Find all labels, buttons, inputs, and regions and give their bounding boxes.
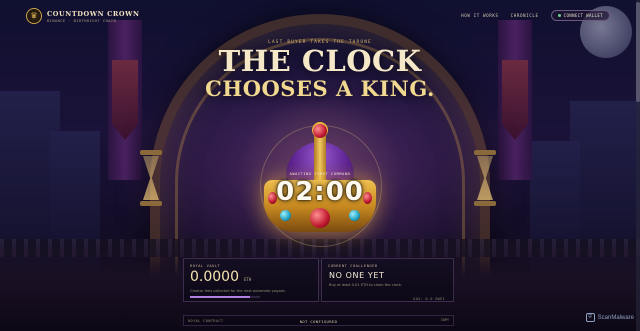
vault-progress-bar <box>190 296 260 298</box>
nav-how-it-works[interactable]: HOW IT WORKS <box>461 13 498 18</box>
header: ♛ COUNTDOWN CROWN BINANCE · BIRTHRIGHT C… <box>0 0 640 30</box>
contract-bar: ROYAL CONTRACT NOT CONFIGURED COPY <box>183 315 454 326</box>
top-nav: HOW IT WORKS CHRONICLE CONNECT WALLET <box>461 10 610 21</box>
scrollbar[interactable] <box>636 0 640 331</box>
sapphire-icon <box>280 210 291 221</box>
watermark-text: ScanMalware <box>597 314 634 321</box>
hourglass-icon <box>140 150 162 206</box>
ruby-icon <box>310 208 330 228</box>
hero-headline-line2: CHOOSES A KING. <box>205 76 435 101</box>
challenger-note: Buy at least 0.01 ETH to claim the clock… <box>329 283 403 287</box>
vault-label: ROYAL VAULT <box>190 264 221 268</box>
brand-name: COUNTDOWN CROWN <box>47 9 140 18</box>
vault-value: 0.0000 <box>190 269 239 285</box>
status-dot-icon <box>557 14 561 17</box>
ruby-icon <box>313 124 327 138</box>
challenger-label: CURRENT CHALLENGER <box>328 264 378 268</box>
connect-wallet-button[interactable]: CONNECT WALLET <box>550 10 610 21</box>
brand-subtitle: BINANCE · BIRTHRIGHT CHAIN <box>47 18 117 23</box>
hero-headline-line1: THE CLOCK <box>218 44 422 78</box>
crown-logo-icon: ♛ <box>26 8 42 24</box>
crown-timer: AWAITING FIRST COMMAND 02:00 <box>250 120 390 247</box>
gas-readout: GAS: 0.0 GWEI <box>413 297 445 301</box>
contract-value[interactable]: NOT CONFIGURED <box>184 319 453 324</box>
challenger-value: NO ONE YET <box>329 271 385 280</box>
hourglass-icon <box>474 150 496 206</box>
timer-label: AWAITING FIRST COMMAND <box>289 172 351 176</box>
vault-progress-fill <box>190 296 250 298</box>
vault-note: Creator fees collected for the next auto… <box>190 289 286 293</box>
current-challenger-card: CURRENT CHALLENGER NO ONE YET Buy at lea… <box>321 258 454 302</box>
royal-vault-card: ROYAL VAULT 0.0000 ETH Creator fees coll… <box>183 258 319 302</box>
copy-button[interactable]: COPY <box>441 318 449 322</box>
brand-text: COUNTDOWN CROWN BINANCE · BIRTHRIGHT CHA… <box>47 10 140 23</box>
nav-chronicle[interactable]: CHRONICLE <box>511 13 539 18</box>
vault-unit: ETH <box>244 277 252 282</box>
shield-icon: ⛨ <box>585 313 595 322</box>
brand[interactable]: ♛ COUNTDOWN CROWN BINANCE · BIRTHRIGHT C… <box>26 8 140 24</box>
sapphire-icon <box>349 210 360 221</box>
countdown-timer: 02:00 <box>276 177 364 207</box>
scrollbar-thumb[interactable] <box>636 2 640 102</box>
connect-wallet-label: CONNECT WALLET <box>563 13 603 18</box>
scanmalware-watermark: ⛨ ScanMalware <box>585 313 634 322</box>
